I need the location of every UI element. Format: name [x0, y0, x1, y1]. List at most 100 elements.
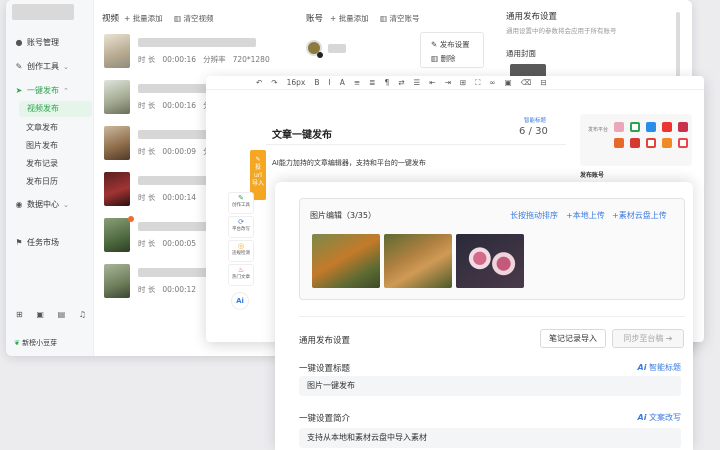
publish-settings-button[interactable]: ✎ 发布设置: [431, 39, 470, 50]
toolbar-button[interactable]: 16px: [287, 78, 306, 87]
toolbar-button[interactable]: ⇥: [445, 78, 451, 87]
sidebar-sub-records[interactable]: 发布记录: [26, 156, 58, 172]
brand-label: ❦ 新榜小豆芽: [14, 336, 88, 350]
editor-body-text[interactable]: AI能力加持的文章编辑器，支持和平台的一键发布: [272, 158, 426, 168]
sync-draft-button[interactable]: 同步至台稿 ➔: [612, 329, 684, 348]
user-icon: ●: [15, 38, 23, 47]
ai-icon: Ai: [637, 413, 647, 422]
toolbar-button[interactable]: ↷: [271, 78, 277, 87]
ai-assistant-button[interactable]: Ai: [231, 292, 249, 310]
title-input[interactable]: 图片一键发布: [299, 376, 681, 396]
scrollbar[interactable]: [676, 12, 680, 86]
platform-icon[interactable]: [614, 122, 624, 132]
image-publish-window: 图片编辑（3/35） 长按拖动排序 +本地上传 +素材云盘上传 通用发布设置 笔…: [275, 182, 693, 450]
divider: [299, 316, 685, 317]
platform-icon[interactable]: [662, 122, 672, 132]
platform-icon[interactable]: [646, 122, 656, 132]
video-meta: 时 长 00:00:12: [138, 285, 197, 294]
account-header: 账号: [306, 14, 324, 24]
ai-icon: Ai: [637, 363, 647, 372]
video-meta: 时 长 00:00:14: [138, 193, 197, 202]
check-icon: ◎: [237, 242, 245, 250]
video-row[interactable]: 时 长 00:00:16 分辨率 720*1280: [102, 32, 412, 76]
sidebar-sub-image[interactable]: 图片发布: [26, 138, 58, 154]
sidebar-item-data[interactable]: ◉ 数据中心 ⌄: [14, 196, 69, 214]
toolbar-button[interactable]: ∞: [489, 78, 495, 87]
intro-field-label: 一键设置简介: [299, 414, 351, 424]
video-meta: 时 长 00:00:05: [138, 239, 197, 248]
sidebar-item-accounts[interactable]: ● 账号管理: [14, 34, 60, 52]
sidebar-tools: ⊞ ▣ ▤ ♫: [16, 310, 86, 322]
platform-icon[interactable]: [662, 138, 672, 148]
hot-articles-button[interactable]: ♨ 热门文章: [228, 264, 254, 286]
bag-icon[interactable]: ▣: [36, 310, 44, 322]
sidebar-sub-video[interactable]: 视频发布: [19, 101, 92, 117]
toolbar-button[interactable]: ≡: [354, 78, 360, 87]
account-clear-button[interactable]: ▥ 清空账号: [380, 13, 419, 24]
toolbar-button[interactable]: ⊞: [460, 78, 466, 87]
trash-icon: ▥: [431, 54, 439, 63]
video-thumbnail: [104, 80, 130, 114]
toolbar-button[interactable]: ☰: [414, 78, 421, 87]
toolbar-button[interactable]: ⊟: [540, 78, 546, 87]
import-notes-button[interactable]: 笔记记录导入: [540, 329, 606, 348]
toolbar-button[interactable]: ¶: [384, 78, 389, 87]
video-thumbnail: [104, 126, 130, 160]
plus-icon: +: [330, 14, 337, 23]
sidebar-item-publish[interactable]: ➤ 一键发布 ⌃: [14, 82, 69, 100]
toolbar-button[interactable]: B: [314, 78, 319, 87]
video-thumbnail: [104, 172, 130, 206]
toolbar-button[interactable]: ≣: [369, 78, 375, 87]
toolbar-button[interactable]: ▣: [505, 78, 512, 87]
title-field-label: 一键设置标题: [299, 364, 351, 374]
toolbar-button[interactable]: ⇄: [398, 78, 404, 87]
trash-icon: ▥: [174, 14, 182, 23]
platform-icon[interactable]: [630, 138, 640, 148]
toolbar-button[interactable]: ⛶: [475, 78, 480, 88]
sidebar-sub-article[interactable]: 文章发布: [26, 120, 58, 136]
image-thumbnail[interactable]: [456, 234, 524, 288]
creation-tools-button[interactable]: ✎ 创作工具: [228, 192, 254, 214]
grid-icon[interactable]: ⊞: [16, 310, 23, 322]
pen-icon: ✎: [431, 40, 438, 49]
cloud-upload-button[interactable]: +素材云盘上传: [612, 210, 667, 221]
toolbar-button[interactable]: A: [340, 78, 345, 87]
toolbar-button[interactable]: I: [329, 78, 331, 87]
platform-icon[interactable]: [678, 122, 688, 132]
video-clear-button[interactable]: ▥ 清空视频: [174, 13, 213, 24]
video-batch-add-button[interactable]: + 批量添加: [124, 13, 163, 24]
import-icon: ✎: [255, 156, 261, 163]
platform-icon[interactable]: [614, 138, 624, 148]
platform-selector: 发布平台: [580, 114, 692, 166]
platform-icon[interactable]: [646, 138, 656, 148]
copy-rewrite-button[interactable]: Ai 文案改写: [638, 412, 681, 423]
article-title-input[interactable]: 文章一键发布: [272, 126, 332, 141]
toolbar-button[interactable]: ⌫: [521, 78, 532, 87]
cover-label: 通用封面: [506, 49, 536, 58]
intro-input[interactable]: 支持从本地和素材云盘中导入素材: [299, 428, 681, 448]
toolbar-button[interactable]: ↶: [256, 78, 262, 87]
publish-account-label: 发布账号: [580, 172, 605, 179]
sidebar-item-creation[interactable]: ✎ 创作工具 ⌄: [14, 58, 69, 76]
video-meta: 时 长 00:00:16 分辨率 720*1280: [138, 55, 270, 64]
delete-button[interactable]: ▥ 删除: [431, 53, 455, 64]
image-thumbnail[interactable]: [384, 234, 452, 288]
platform-rewrite-button[interactable]: ⟳ 平台改写: [228, 216, 254, 238]
smart-title-button[interactable]: Ai 智能标题: [638, 362, 681, 373]
account-batch-add-button[interactable]: + 批量添加: [330, 13, 369, 24]
sidebar-item-tasks[interactable]: ⚑ 任务市场: [14, 234, 59, 252]
violation-check-button[interactable]: ◎ 违规检测: [228, 240, 254, 262]
bell-icon[interactable]: ♫: [79, 310, 86, 322]
title-char-count: 6 / 30: [519, 126, 548, 137]
image-thumbnail[interactable]: [312, 234, 380, 288]
sidebar-sub-calendar[interactable]: 发布日历: [26, 174, 58, 190]
smart-title-tag[interactable]: 智能标题: [524, 116, 546, 124]
platform-icon[interactable]: [678, 138, 688, 148]
local-upload-button[interactable]: +本地上传: [566, 210, 605, 221]
flag-icon: ⚑: [15, 238, 23, 247]
video-header: 视频: [102, 14, 120, 24]
toolbar-button[interactable]: ⇤: [429, 78, 435, 87]
calendar-icon[interactable]: ▤: [58, 310, 66, 322]
platform-icon[interactable]: [630, 122, 640, 132]
general-settings-title: 通用发布设置: [506, 12, 558, 22]
